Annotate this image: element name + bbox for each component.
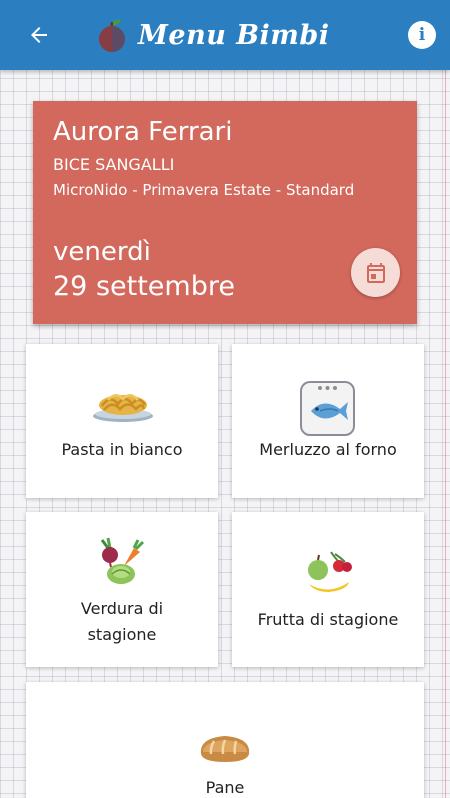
fish-icon — [300, 381, 355, 440]
app-title: Menu Bimbi — [138, 19, 330, 51]
date-label: 29 settembre — [53, 271, 235, 302]
back-button[interactable] — [22, 18, 56, 52]
pasta-icon — [92, 388, 154, 428]
menu-item-label: Pane — [205, 778, 245, 797]
menu-item-label: Frutta di stagione — [257, 610, 399, 629]
menu-item-label: Pasta in bianco — [61, 440, 183, 459]
bread-icon — [197, 732, 253, 768]
plum-logo-icon — [99, 19, 125, 52]
menu-item-label: Verdura di stagione — [80, 599, 164, 644]
calendar-button[interactable] — [351, 248, 400, 297]
menu-item-pasta[interactable]: Pasta in bianco — [26, 344, 218, 498]
calendar-icon — [366, 262, 385, 283]
menu-item-bread[interactable]: Pane — [26, 682, 424, 798]
app-logo: Menu Bimbi — [96, 14, 330, 56]
menu-item-vegetables[interactable]: Verdura di stagione — [26, 512, 218, 667]
app-bar: Menu Bimbi i — [0, 0, 450, 70]
menu-item-fish[interactable]: Merluzzo al forno — [232, 344, 424, 498]
fruit-icon — [305, 550, 353, 600]
info-icon: i — [418, 25, 426, 45]
weekday-label: venerdì — [53, 237, 151, 267]
menu-plan: MicroNido - Primavera Estate - Standard — [53, 181, 355, 199]
child-name: Aurora Ferrari — [53, 117, 233, 147]
school-name: BICE SANGALLI — [53, 155, 175, 174]
child-day-card: Aurora Ferrari BICE SANGALLI MicroNido -… — [33, 101, 417, 324]
notebook-margin-line — [445, 70, 446, 798]
arrow-left-icon — [31, 27, 47, 43]
info-button[interactable]: i — [408, 21, 436, 49]
menu-item-label: Merluzzo al forno — [259, 440, 397, 459]
menu-item-fruit[interactable]: Frutta di stagione — [232, 512, 424, 667]
vegetables-icon — [94, 536, 152, 590]
